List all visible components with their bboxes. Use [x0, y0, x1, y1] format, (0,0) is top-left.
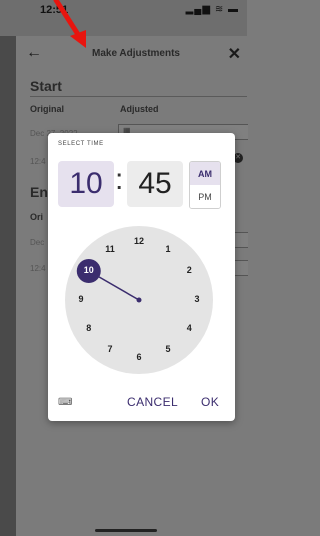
minute-display[interactable]: 45 [127, 161, 183, 207]
clock-number-10[interactable]: 10 [81, 265, 97, 277]
clock-number-4[interactable]: 4 [181, 323, 197, 335]
page-title: Make Adjustments [92, 48, 180, 59]
clock-number-5[interactable]: 5 [160, 344, 176, 356]
clock-number-1[interactable]: 1 [160, 244, 176, 256]
clock-number-7[interactable]: 7 [102, 344, 118, 356]
start-section-title: Start [30, 78, 62, 94]
clock-number-9[interactable]: 9 [73, 294, 89, 306]
am-pm-toggle: AM PM [189, 161, 221, 209]
original-label: Original [30, 104, 65, 114]
end-original-time: 12:4 [30, 264, 46, 273]
phone-frame-left [0, 0, 16, 536]
divider [30, 96, 247, 97]
status-icons: ▂▄▆ ≋ ▬ [185, 4, 239, 15]
hour-display[interactable]: 10 [58, 161, 114, 207]
am-button[interactable]: AM [190, 162, 220, 186]
close-icon[interactable]: ✕ [228, 44, 241, 64]
clock-center-dot [136, 297, 142, 303]
time-separator: : [115, 163, 124, 196]
clock-number-3[interactable]: 3 [189, 294, 205, 306]
home-indicator [95, 529, 157, 532]
clock-face[interactable]: 12 1 2 3 4 5 6 7 8 9 10 11 [65, 226, 213, 374]
clock-number-8[interactable]: 8 [81, 323, 97, 335]
adjusted-label: Adjusted [120, 104, 159, 114]
end-original-label: Ori [30, 212, 44, 222]
clock-number-6[interactable]: 6 [131, 352, 147, 364]
ok-button[interactable]: OK [201, 395, 219, 409]
end-original-date: Dec [30, 238, 45, 247]
clock-number-12[interactable]: 12 [131, 236, 147, 248]
end-section-title: En [30, 184, 48, 200]
dialog-label: SELECT TIME [58, 141, 104, 147]
keyboard-icon[interactable]: ⌨ [58, 397, 72, 408]
start-original-time: 12:4 [30, 157, 46, 166]
cancel-button[interactable]: CANCEL [127, 395, 178, 409]
annotation-arrow [53, 0, 86, 48]
clock-number-2[interactable]: 2 [181, 265, 197, 277]
clock-number-11[interactable]: 11 [102, 244, 118, 256]
time-picker-dialog: SELECT TIME 10 : 45 AM PM 12 1 2 3 4 5 6 7 8 9 10 1… [48, 133, 235, 421]
pm-button[interactable]: PM [190, 185, 220, 208]
